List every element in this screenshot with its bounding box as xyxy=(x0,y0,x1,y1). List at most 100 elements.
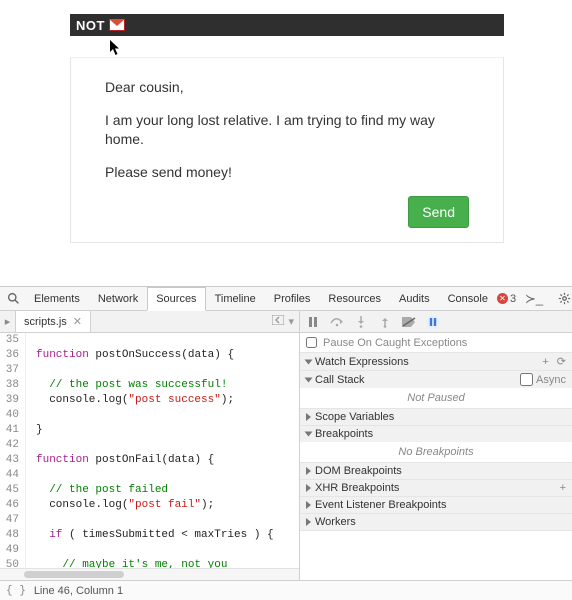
gear-icon[interactable] xyxy=(555,290,572,308)
devtools-tabs: ElementsNetworkSourcesTimelineProfilesRe… xyxy=(25,287,497,310)
app-title: NOT xyxy=(76,18,105,33)
section-label: Workers xyxy=(315,516,356,528)
section-label: Watch Expressions xyxy=(315,356,409,368)
section-label: XHR Breakpoints xyxy=(315,482,399,494)
code-line[interactable]: 35 xyxy=(0,333,299,348)
pause-on-exceptions-icon[interactable] xyxy=(426,315,440,329)
callstack-empty: Not Paused xyxy=(300,388,572,408)
section-header-dom-bp[interactable]: DOM Breakpoints xyxy=(300,463,572,479)
email-greeting: Dear cousin, xyxy=(105,78,469,97)
titlebar-spacer xyxy=(70,36,504,58)
section-workers: Workers xyxy=(300,514,572,531)
email-line-2: Please send money! xyxy=(105,163,469,182)
section-label: Call Stack xyxy=(315,374,365,386)
error-icon: ✕ xyxy=(497,293,508,304)
section-label: Scope Variables xyxy=(315,411,394,423)
code-line[interactable]: 49 xyxy=(0,543,299,558)
deactivate-breakpoints-icon[interactable] xyxy=(402,315,416,329)
section-header-breakpoints[interactable]: Breakpoints xyxy=(300,426,572,442)
file-tab-label: scripts.js xyxy=(24,316,67,328)
error-count-badge[interactable]: ✕ 3 xyxy=(497,293,516,305)
debugger-toolbar xyxy=(300,311,572,333)
status-bar: { } Line 46, Column 1 xyxy=(0,580,572,600)
code-line[interactable]: 47 xyxy=(0,513,299,528)
app-titlebar: NOT xyxy=(70,14,504,36)
tab-profiles[interactable]: Profiles xyxy=(265,287,320,310)
add-icon[interactable]: + xyxy=(542,356,548,368)
send-button[interactable]: Send xyxy=(408,196,469,228)
code-line[interactable]: 39 console.log("post success"); xyxy=(0,393,299,408)
code-line[interactable]: 45 // the post failed xyxy=(0,483,299,498)
section-dom-breakpoints: DOM Breakpoints xyxy=(300,463,572,480)
debugger-panel: Pause On Caught Exceptions Watch Express… xyxy=(300,311,572,580)
step-into-icon[interactable] xyxy=(354,315,368,329)
section-breakpoints: Breakpoints No Breakpoints xyxy=(300,426,572,463)
breakpoints-empty: No Breakpoints xyxy=(300,442,572,462)
drawer-toggle-icon[interactable]: ≻_ xyxy=(525,290,543,308)
section-xhr-breakpoints: XHR Breakpoints + xyxy=(300,480,572,497)
async-label: Async xyxy=(536,374,566,386)
code-panel: ▸ scripts.js ✕ ▾ 3536function postOnSucc… xyxy=(0,311,300,580)
code-viewport[interactable]: 3536function postOnSuccess(data) {3738 /… xyxy=(0,333,299,568)
code-line[interactable]: 46 console.log("post fail"); xyxy=(0,498,299,513)
file-tab-bar: ▸ scripts.js ✕ ▾ xyxy=(0,311,299,333)
code-line[interactable]: 50 // maybe it's me, not you xyxy=(0,558,299,568)
pause-icon[interactable] xyxy=(306,315,320,329)
pause-on-caught-checkbox[interactable] xyxy=(306,337,317,348)
email-app-window: NOT Dear cousin, I am your long lost rel… xyxy=(70,14,504,243)
async-toggle[interactable]: Async xyxy=(520,373,566,386)
section-label: Breakpoints xyxy=(315,428,373,440)
code-line[interactable]: 40 xyxy=(0,408,299,423)
pause-on-caught-row[interactable]: Pause On Caught Exceptions xyxy=(300,333,572,353)
tab-timeline[interactable]: Timeline xyxy=(206,287,265,310)
devtools-toolbar: ElementsNetworkSourcesTimelineProfilesRe… xyxy=(0,287,572,311)
section-scope-variables: Scope Variables xyxy=(300,409,572,426)
email-line-1: I am your long lost relative. I am tryin… xyxy=(105,111,469,149)
section-event-breakpoints: Event Listener Breakpoints xyxy=(300,497,572,514)
code-line[interactable]: 48 if ( timesSubmitted < maxTries ) { xyxy=(0,528,299,543)
tab-audits[interactable]: Audits xyxy=(390,287,439,310)
section-header-scope[interactable]: Scope Variables xyxy=(300,409,572,425)
step-out-icon[interactable] xyxy=(378,315,392,329)
add-icon[interactable]: + xyxy=(560,482,566,494)
section-watch-expressions: Watch Expressions + ⟳ xyxy=(300,353,572,371)
pause-on-caught-label: Pause On Caught Exceptions xyxy=(323,337,467,349)
async-checkbox[interactable] xyxy=(520,373,533,386)
section-label: Event Listener Breakpoints xyxy=(315,499,446,511)
close-icon[interactable]: ✕ xyxy=(73,315,82,328)
error-count: 3 xyxy=(510,293,516,305)
section-label: DOM Breakpoints xyxy=(315,465,402,477)
section-call-stack: Call Stack Async Not Paused xyxy=(300,371,572,409)
file-tab-scripts[interactable]: scripts.js ✕ xyxy=(16,311,91,332)
code-line[interactable]: 43function postOnFail(data) { xyxy=(0,453,299,468)
section-header-event-bp[interactable]: Event Listener Breakpoints xyxy=(300,497,572,513)
section-header-callstack[interactable]: Call Stack Async xyxy=(300,371,572,388)
pretty-print-icon[interactable]: { } xyxy=(6,585,26,597)
cursor-position: Line 46, Column 1 xyxy=(34,585,123,597)
cursor-icon xyxy=(110,40,122,56)
code-line[interactable]: 38 // the post was successful! xyxy=(0,378,299,393)
tab-elements[interactable]: Elements xyxy=(25,287,89,310)
devtools: ElementsNetworkSourcesTimelineProfilesRe… xyxy=(0,286,572,600)
tab-resources[interactable]: Resources xyxy=(319,287,390,310)
section-header-xhr-bp[interactable]: XHR Breakpoints + xyxy=(300,480,572,496)
horizontal-scrollbar[interactable] xyxy=(0,568,299,580)
history-back-icon[interactable] xyxy=(272,315,284,328)
more-icon[interactable]: ▾ xyxy=(288,315,294,328)
section-header-workers[interactable]: Workers xyxy=(300,514,572,530)
sidebar-toggle-icon[interactable]: ▸ xyxy=(0,311,16,332)
section-header-watch[interactable]: Watch Expressions + ⟳ xyxy=(300,353,572,370)
tab-console[interactable]: Console xyxy=(439,287,497,310)
code-line[interactable]: 44 xyxy=(0,468,299,483)
step-over-icon[interactable] xyxy=(330,315,344,329)
code-line[interactable]: 37 xyxy=(0,363,299,378)
refresh-icon[interactable]: ⟳ xyxy=(557,355,566,368)
code-line[interactable]: 36function postOnSuccess(data) { xyxy=(0,348,299,363)
tab-sources[interactable]: Sources xyxy=(147,287,205,311)
code-line[interactable]: 41} xyxy=(0,423,299,438)
email-body: Dear cousin, I am your long lost relativ… xyxy=(70,58,504,243)
tab-network[interactable]: Network xyxy=(89,287,147,310)
search-icon[interactable] xyxy=(7,290,20,308)
mail-icon xyxy=(109,19,125,31)
code-line[interactable]: 42 xyxy=(0,438,299,453)
